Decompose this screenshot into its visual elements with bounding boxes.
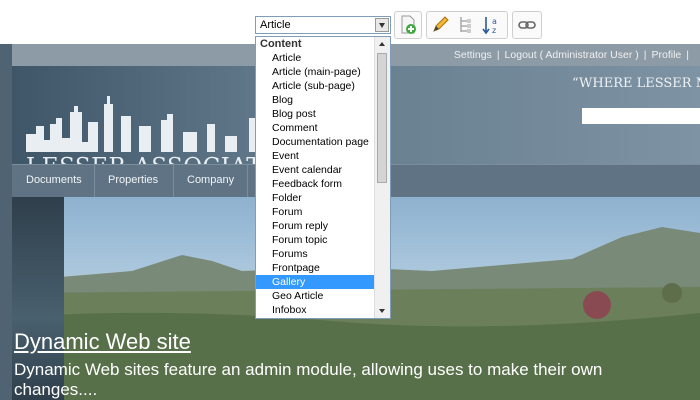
pencil-icon[interactable] — [430, 14, 452, 38]
banner-text: Dynamic Web sites feature an admin modul… — [14, 360, 603, 399]
dropdown-option[interactable]: Blog post — [256, 107, 375, 121]
scroll-down-icon[interactable] — [375, 304, 390, 318]
tree-icon[interactable] — [455, 14, 477, 38]
logout-link[interactable]: Logout ( Administrator User ) — [505, 49, 639, 61]
nav-divider — [173, 165, 174, 197]
svg-text:a: a — [492, 17, 497, 26]
dropdown-scrollbar[interactable] — [374, 37, 390, 318]
nav-divider — [247, 165, 248, 197]
dropdown-option[interactable]: Forums — [256, 247, 375, 261]
nav-company[interactable]: Company — [187, 174, 234, 186]
link-group — [512, 11, 542, 39]
content-type-select[interactable]: Article — [255, 16, 391, 34]
tagline: “WHERE LESSER MEA — [572, 76, 700, 91]
content-type-select-value: Article — [260, 19, 291, 31]
scroll-thumb[interactable] — [377, 53, 387, 183]
dropdown-option[interactable]: Feedback form — [256, 177, 375, 191]
dropdown-option[interactable]: Forum topic — [256, 233, 375, 247]
scroll-up-icon[interactable] — [375, 37, 390, 51]
add-page-group — [394, 11, 422, 39]
dropdown-option[interactable]: Folder — [256, 191, 375, 205]
svg-text:z: z — [492, 26, 496, 35]
banner-title[interactable]: Dynamic Web site — [14, 329, 191, 355]
dropdown-option[interactable]: Geo Article — [256, 289, 375, 303]
content-type-dropdown: Content Article Article (main-page) Arti… — [255, 36, 391, 319]
dropdown-option[interactable]: Article — [256, 51, 375, 65]
nav-divider — [94, 165, 95, 197]
dropdown-option-selected[interactable]: Gallery — [256, 275, 375, 289]
dropdown-option[interactable]: Article (sub-page) — [256, 79, 375, 93]
sort-az-icon[interactable]: a z — [481, 14, 503, 38]
dropdown-option[interactable]: Event — [256, 149, 375, 163]
dropdown-option[interactable]: Comment — [256, 121, 375, 135]
dropdown-list: Content Article Article (main-page) Arti… — [256, 37, 375, 317]
dropdown-option[interactable]: Article (main-page) — [256, 65, 375, 79]
nav-properties[interactable]: Properties — [108, 174, 158, 186]
nav-documents[interactable]: Documents — [26, 174, 82, 186]
dropdown-option[interactable]: Frontpage — [256, 261, 375, 275]
search-input[interactable] — [582, 108, 700, 124]
dropdown-option[interactable]: Blog — [256, 93, 375, 107]
edit-tools-group: a z — [426, 11, 508, 39]
link-icon[interactable] — [517, 14, 539, 38]
add-page-icon[interactable] — [398, 14, 420, 38]
dropdown-option[interactable]: Documentation page — [256, 135, 375, 149]
profile-link[interactable]: Profile — [652, 49, 682, 61]
chevron-down-icon[interactable] — [375, 18, 389, 32]
dropdown-group-label: Content — [260, 38, 302, 50]
dropdown-option[interactable]: Forum reply — [256, 219, 375, 233]
dropdown-option[interactable]: Event calendar — [256, 163, 375, 177]
top-links: Settings | Logout ( Administrator User ) | P… — [453, 49, 689, 61]
settings-link[interactable]: Settings — [454, 49, 492, 61]
dropdown-option[interactable]: Forum — [256, 205, 375, 219]
dropdown-option[interactable]: Infobox — [256, 303, 375, 317]
